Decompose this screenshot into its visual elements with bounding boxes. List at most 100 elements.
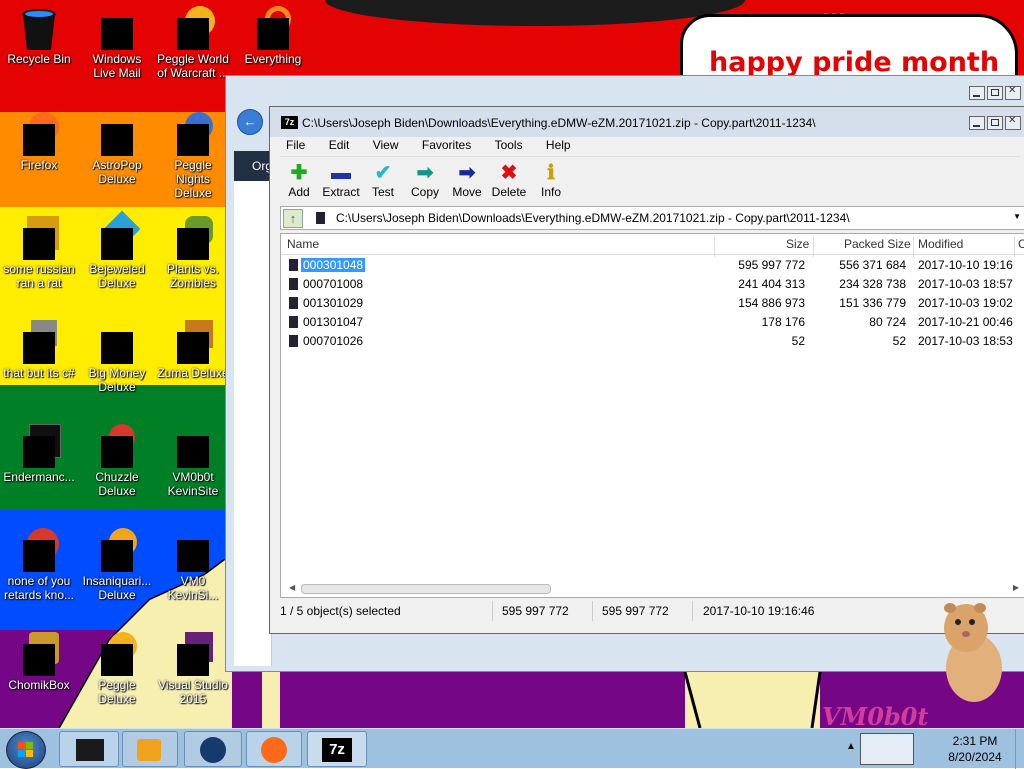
horizontal-scrollbar[interactable]: ◀ ▶ (285, 583, 1019, 595)
column-created[interactable]: C (1018, 237, 1024, 251)
address-path[interactable]: C:\Users\Joseph Biden\Downloads\Everythi… (336, 211, 850, 225)
start-button[interactable] (6, 731, 46, 769)
media-player-icon (137, 739, 161, 761)
file-size: 154 886 973 (738, 296, 805, 310)
taskbar-globe-app[interactable] (184, 731, 242, 767)
info-label: Info (540, 185, 561, 199)
taskbar-vm-app[interactable] (59, 731, 119, 767)
file-packed-size: 52 (892, 334, 906, 348)
move-button[interactable]: ➡ Move (445, 161, 489, 199)
menu-favorites[interactable]: Favorites (416, 136, 471, 154)
desktop-icon-peggle-nights[interactable]: Peggle Nights Deluxe (156, 112, 230, 200)
title-bar[interactable]: 7z C:\Users\Joseph Biden\Downloads\Every… (270, 107, 1024, 137)
column-name[interactable]: Name (287, 237, 319, 251)
desktop-icon-plants-vs-zombies[interactable]: Plants vs. Zombies (156, 216, 230, 290)
desktop-icon-visual-studio[interactable]: Visual Studio 2015 (156, 632, 230, 706)
maximize-button[interactable] (987, 86, 1003, 100)
minimize-button[interactable] (969, 116, 985, 130)
desktop-icon-insaniquarium[interactable]: Insaniquari... Deluxe (80, 528, 154, 602)
7zip-file-manager-window[interactable]: 7z C:\Users\Joseph Biden\Downloads\Every… (269, 106, 1024, 634)
info-button[interactable]: ℹ Info (529, 161, 573, 199)
extract-label: Extract (322, 185, 360, 199)
menu-file[interactable]: File (280, 136, 305, 154)
desktop-icon-vm0b0t-kevinsite[interactable]: VM0b0t KevinSite (156, 424, 230, 498)
desktop-icon-endermanch[interactable]: Endermanc... (2, 424, 76, 484)
column-size[interactable]: Size (786, 237, 809, 251)
desktop-icon-recycle-bin[interactable]: Recycle Bin (2, 6, 76, 66)
desktop-icon-chomikbox[interactable]: ChomikBox (2, 632, 76, 692)
restore-button[interactable] (987, 116, 1003, 130)
scroll-left-icon[interactable]: ◀ (289, 583, 295, 592)
everything-icon (251, 6, 295, 50)
desktop-icon-windows-live-mail[interactable]: Windows Live Mail (80, 6, 154, 80)
menu-edit[interactable]: Edit (323, 136, 350, 154)
scroll-right-icon[interactable]: ▶ (1013, 583, 1019, 592)
file-row[interactable]: 001301047 178 176 80 724 2017-10-21 00:4… (281, 313, 1024, 332)
web-shortcut-icon (171, 424, 215, 468)
show-hidden-icons-icon[interactable]: ▲ (846, 741, 856, 752)
file-name: 001301047 (303, 315, 364, 329)
file-list[interactable]: Name Size Packed Size Modified C 0003010… (280, 233, 1024, 598)
move-arrow-icon: ➡ (458, 162, 476, 184)
column-packed-size[interactable]: Packed Size (844, 237, 911, 251)
desktop-icon-vm0-kevinsite[interactable]: VM0 KevinSi... (156, 528, 230, 602)
organize-button[interactable]: Org (234, 151, 271, 181)
menu-view[interactable]: View (367, 136, 399, 154)
delete-button[interactable]: ✖ Delete (487, 161, 531, 199)
clock-time: 2:31 PM (952, 734, 998, 748)
astropop-icon (95, 112, 139, 156)
desktop-icon-none-of-you[interactable]: none of you retards kno... (2, 528, 76, 602)
test-button[interactable]: ✔ Test (361, 161, 405, 199)
file-icon (289, 297, 298, 309)
menu-tools[interactable]: Tools (489, 136, 523, 154)
desktop-icon-astropop[interactable]: AstroPop Deluxe (80, 112, 154, 186)
desktop-icon-label: Insaniquari... Deluxe (82, 574, 152, 602)
clock[interactable]: 2:31 PM 8/20/2024 (930, 733, 1020, 765)
chevron-down-icon[interactable]: ▼ (1013, 212, 1021, 221)
navigation-pane[interactable] (234, 151, 272, 666)
back-arrow-icon[interactable]: ← (237, 109, 263, 135)
column-modified[interactable]: Modified (918, 237, 963, 251)
extract-button[interactable]: ▬ Extract (319, 161, 363, 199)
minimize-button[interactable] (969, 86, 985, 100)
desktop-icon-russian-rat[interactable]: some russian ran a rat (2, 216, 76, 290)
close-button[interactable] (1005, 85, 1021, 100)
desktop-icon-that-but-csharp[interactable]: that but its c# (2, 320, 76, 380)
file-row[interactable]: 000701026 52 52 2017-10-03 18:53 (281, 332, 1024, 351)
chrome-icon (17, 528, 61, 572)
explorer-window-controls (967, 85, 1021, 100)
check-icon: ✔ (374, 162, 392, 184)
copy-button[interactable]: ➡ Copy (403, 161, 447, 199)
taskbar-firefox[interactable] (246, 731, 302, 767)
show-desktop-button[interactable] (1015, 729, 1024, 769)
desktop-icon-peggle-wow[interactable]: Peggle World of Warcraft ... (156, 6, 230, 80)
desktop-icon-big-money[interactable]: Big Money Deluxe (80, 320, 154, 394)
up-folder-icon[interactable]: ↑ (283, 209, 303, 228)
desktop-icon-chuzzle[interactable]: Chuzzle Deluxe (80, 424, 154, 498)
taskbar-7zip[interactable]: 7z (307, 731, 367, 767)
scrollbar-thumb[interactable] (301, 584, 551, 594)
file-row[interactable]: 001301029 154 886 973 151 336 779 2017-1… (281, 294, 1024, 313)
desktop-icon-bejeweled[interactable]: Bejeweled Deluxe (80, 210, 154, 290)
desktop-icon-everything[interactable]: Everything (236, 6, 310, 66)
status-packed-size: 595 997 772 (602, 604, 669, 618)
file-icon (289, 335, 298, 347)
delete-icon: ✖ (500, 162, 518, 184)
add-button[interactable]: ✚ Add (277, 161, 321, 199)
desktop-icon-peggle-deluxe[interactable]: Peggle Deluxe (80, 632, 154, 706)
firefox-icon (261, 737, 287, 763)
address-bar[interactable]: ↑ C:\Users\Joseph Biden\Downloads\Everyt… (280, 206, 1024, 230)
desktop-icon-label: Firefox (20, 158, 58, 172)
menu-help[interactable]: Help (540, 136, 571, 154)
vm-shortcut-icon (171, 528, 215, 572)
desktop-icon-label: Zuma Deluxe (157, 366, 229, 380)
desktop-icon-zuma[interactable]: Zuma Deluxe (156, 320, 230, 380)
close-button[interactable] (1005, 115, 1021, 130)
desktop-icon-firefox[interactable]: Firefox (2, 112, 76, 172)
desktop-icon-label: Visual Studio 2015 (158, 678, 228, 706)
tray-app-icon[interactable] (860, 733, 914, 765)
file-row[interactable]: 000701008 241 404 313 234 328 738 2017-1… (281, 275, 1024, 294)
file-packed-size: 556 371 684 (839, 258, 906, 272)
taskbar-media-player[interactable] (122, 731, 178, 767)
file-row[interactable]: 000301048 595 997 772 556 371 684 2017-1… (281, 256, 1024, 275)
